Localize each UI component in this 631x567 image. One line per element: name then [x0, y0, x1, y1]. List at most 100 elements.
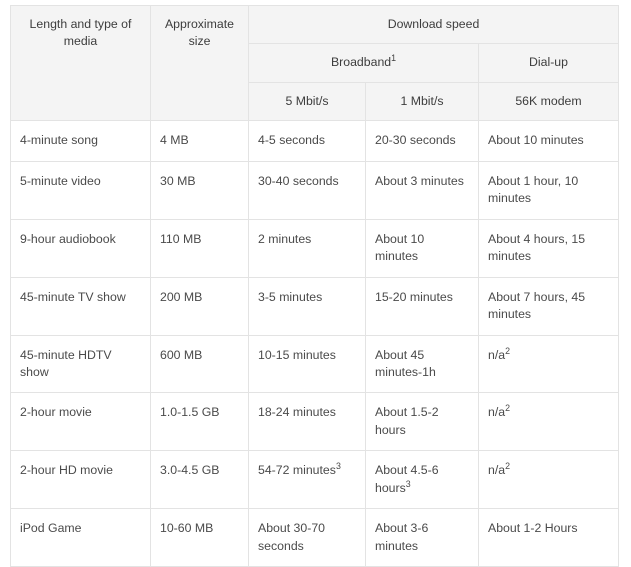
cell-1mbit: About 45 minutes-1h	[365, 334, 479, 394]
table-row: 4-minute song 4 MB 4-5 seconds 20-30 second…	[10, 120, 619, 162]
cell-dialup: n/a2	[478, 334, 619, 394]
cell-dialup: About 7 hours, 45 minutes	[478, 276, 619, 336]
cell-5mbit-text: 54-72 minutes	[258, 463, 336, 478]
table-row: 2-hour HD movie 3.0-4.5 GB 54-72 minutes3 A…	[10, 450, 619, 510]
cell-5mbit: 54-72 minutes3	[248, 450, 366, 510]
cell-media: 5-minute video	[10, 160, 151, 220]
cell-media: 45-minute HDTV show	[10, 334, 151, 394]
cell-1mbit-text: About 1.5-2 hours	[375, 405, 439, 437]
cell-media-text: 2-hour HD movie	[20, 463, 113, 478]
cell-media: 45-minute TV show	[10, 276, 151, 336]
cell-1mbit: About 10 minutes	[365, 218, 479, 278]
footnote-marker: 2	[505, 345, 511, 356]
cell-1mbit: About 3-6 minutes	[365, 508, 479, 567]
table-body: 4-minute song 4 MB 4-5 seconds 20-30 second…	[10, 120, 619, 567]
cell-1mbit: 20-30 seconds	[365, 120, 479, 162]
cell-5mbit: 4-5 seconds	[248, 120, 366, 162]
cell-dialup: About 1 hour, 10 minutes	[478, 160, 619, 220]
cell-media-text: 9-hour audiobook	[20, 231, 116, 246]
cell-dialup-text: About 1-2 Hours	[488, 521, 578, 536]
cell-size: 600 MB	[150, 334, 249, 394]
cell-5mbit-text: 10-15 minutes	[258, 347, 336, 362]
cell-5mbit-text: 2 minutes	[258, 231, 312, 246]
cell-5mbit: 30-40 seconds	[248, 160, 366, 220]
cell-media-text: 45-minute TV show	[20, 289, 126, 304]
cell-size-text: 4 MB	[160, 133, 189, 148]
cell-5mbit: 10-15 minutes	[248, 334, 366, 394]
table-row: 45-minute TV show 200 MB 3-5 minutes 15-20 …	[10, 276, 619, 336]
cell-1mbit-text: 15-20 minutes	[375, 289, 453, 304]
cell-dialup: About 1-2 Hours	[478, 508, 619, 567]
cell-5mbit: 18-24 minutes	[248, 392, 366, 452]
footnote-marker: 2	[505, 461, 511, 472]
cell-dialup-text: About 1 hour, 10 minutes	[488, 173, 579, 206]
cell-1mbit: About 4.5-6 hours3	[365, 450, 479, 510]
cell-media-text: 4-minute song	[20, 133, 98, 148]
column-header-56k-modem: 56K modem	[478, 81, 619, 122]
cell-media: 2-hour movie	[10, 392, 151, 452]
header-row-1: Length and type of media Approximate siz…	[10, 4, 619, 122]
cell-5mbit: 3-5 minutes	[248, 276, 366, 336]
cell-5mbit-text: 3-5 minutes	[258, 289, 323, 304]
table-row: 5-minute video 30 MB 30-40 seconds About 3 …	[10, 160, 619, 220]
cell-dialup-text: n/a	[488, 347, 506, 362]
footnote-marker: 3	[405, 478, 411, 489]
cell-size-text: 600 MB	[160, 347, 203, 362]
cell-size-text: 30 MB	[160, 173, 196, 188]
cell-dialup-text: n/a	[488, 405, 506, 420]
column-header-broadband-label: Broadband	[330, 55, 392, 70]
cell-dialup-text: About 10 minutes	[488, 133, 584, 148]
cell-size-text: 200 MB	[160, 289, 203, 304]
cell-media-text: iPod Game	[20, 521, 82, 536]
cell-media-text: 45-minute HDTV show	[20, 347, 112, 379]
cell-dialup: About 4 hours, 15 minutes	[478, 218, 619, 278]
cell-1mbit: About 1.5-2 hours	[365, 392, 479, 452]
cell-size-text: 3.0-4.5 GB	[160, 463, 220, 478]
cell-1mbit-text: About 3 minutes	[375, 173, 464, 188]
cell-media: 9-hour audiobook	[10, 218, 151, 278]
table-row: 2-hour movie 1.0-1.5 GB 18-24 minutes About…	[10, 392, 619, 452]
cell-size-text: 1.0-1.5 GB	[160, 405, 220, 420]
cell-size: 1.0-1.5 GB	[150, 392, 249, 452]
column-header-dialup: Dial-up	[478, 43, 619, 83]
cell-size: 110 MB	[150, 218, 249, 278]
cell-size: 30 MB	[150, 160, 249, 220]
cell-dialup-text: About 7 hours, 45 minutes	[488, 289, 586, 322]
table-row: iPod Game 10-60 MB About 30-70 seconds Abou…	[10, 508, 619, 567]
cell-media-text: 5-minute video	[20, 173, 101, 188]
footnote-marker-broadband: 1	[391, 53, 397, 64]
cell-size: 200 MB	[150, 276, 249, 336]
cell-1mbit: 15-20 minutes	[365, 276, 479, 336]
table-row: 45-minute HDTV show 600 MB 10-15 minutes Ab…	[10, 334, 619, 394]
cell-5mbit: 2 minutes	[248, 218, 366, 278]
cell-1mbit-text: About 10 minutes	[375, 231, 425, 264]
cell-5mbit-text: 18-24 minutes	[258, 405, 336, 420]
cell-size-text: 10-60 MB	[160, 521, 214, 536]
cell-size: 3.0-4.5 GB	[150, 450, 249, 510]
cell-size-text: 110 MB	[160, 231, 202, 246]
footnote-marker: 3	[335, 461, 341, 472]
download-speed-table-container: Length and type of media Approximate siz…	[10, 4, 619, 567]
column-header-5mbit: 5 Mbit/s	[248, 81, 366, 122]
download-speed-table: Length and type of media Approximate siz…	[10, 4, 619, 567]
cell-1mbit-text: 20-30 seconds	[375, 133, 456, 148]
column-header-broadband: Broadband1	[248, 43, 479, 83]
cell-media: iPod Game	[10, 508, 151, 567]
table-header: Length and type of media Approximate siz…	[10, 4, 619, 122]
cell-5mbit-text: 4-5 seconds	[258, 133, 325, 148]
footnote-marker: 2	[505, 403, 511, 414]
cell-1mbit-text: About 3-6 minutes	[375, 521, 429, 553]
cell-dialup: About 10 minutes	[478, 120, 619, 162]
cell-5mbit: About 30-70 seconds	[248, 508, 366, 567]
cell-1mbit: About 3 minutes	[365, 160, 479, 220]
column-header-size: Approximate size	[150, 4, 249, 122]
column-header-media: Length and type of media	[10, 4, 151, 122]
cell-media: 4-minute song	[10, 120, 151, 162]
cell-size: 10-60 MB	[150, 508, 249, 567]
cell-dialup: n/a2	[478, 392, 619, 452]
cell-dialup: n/a2	[478, 450, 619, 510]
cell-size: 4 MB	[150, 120, 249, 162]
cell-5mbit-text: About 30-70 seconds	[258, 521, 326, 553]
column-header-download-speed: Download speed	[248, 4, 619, 45]
cell-dialup-text: n/a	[488, 463, 506, 478]
